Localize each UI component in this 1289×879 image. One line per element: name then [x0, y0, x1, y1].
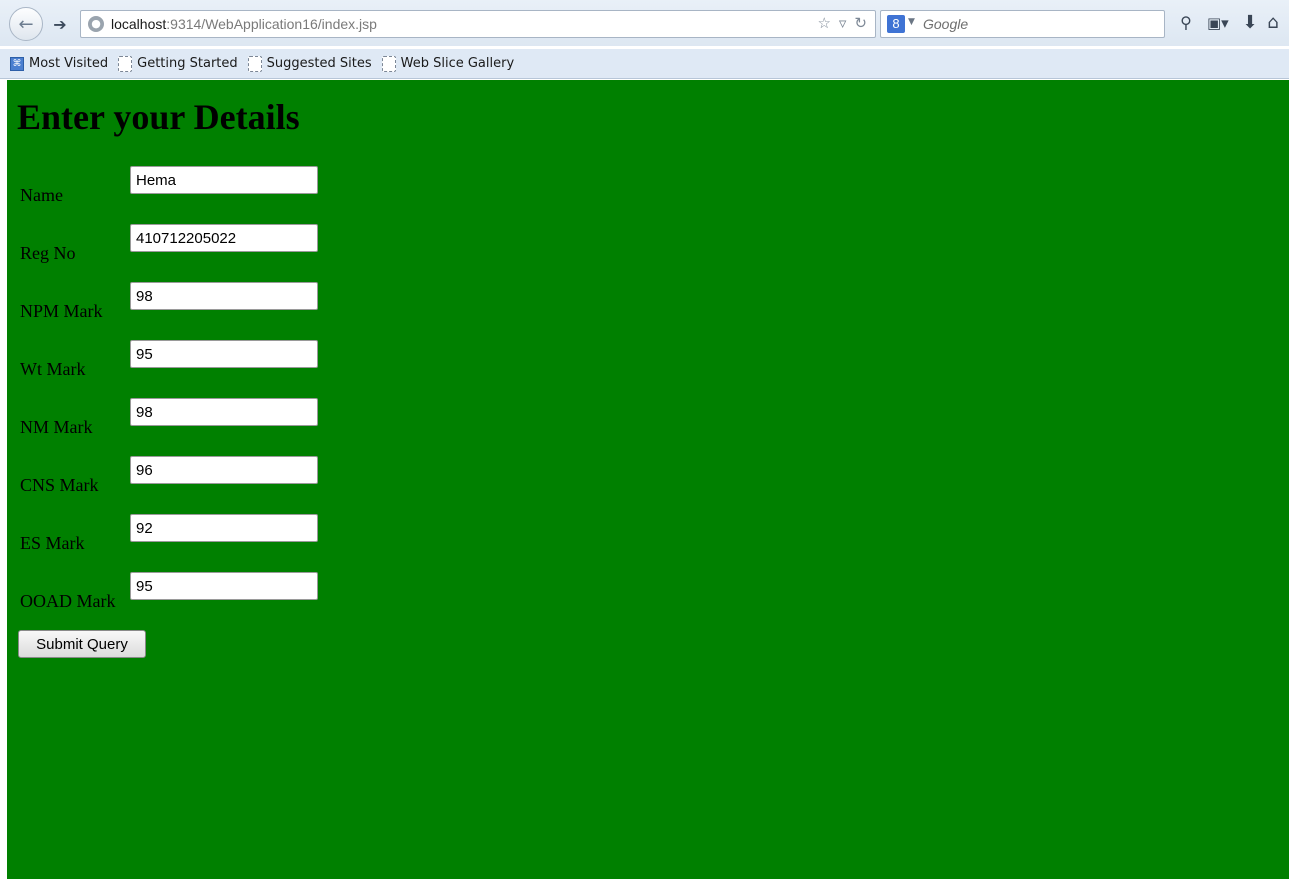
url-host: localhost [111, 16, 167, 32]
wt-mark-field[interactable] [130, 340, 318, 368]
search-input[interactable]: Google [923, 16, 968, 32]
reg-no-field[interactable] [130, 224, 318, 252]
bookmark-label: Getting Started [137, 56, 238, 71]
bookmark-label: Most Visited [29, 56, 109, 71]
es-mark-field[interactable] [130, 514, 318, 542]
name-label: Name [20, 185, 63, 205]
npm-mark-field[interactable] [130, 282, 318, 310]
es-mark-label: ES Mark [20, 533, 85, 553]
nm-mark-label: NM Mark [20, 417, 93, 437]
bookmark-suggested-sites[interactable]: Suggested Sites [247, 55, 372, 72]
ooad-mark-field[interactable] [130, 572, 318, 600]
search-bar[interactable]: 8 ▼ Google [880, 10, 1165, 38]
most-visited-icon: ⌘ [10, 56, 24, 71]
cns-mark-label: CNS Mark [20, 475, 99, 495]
bookmarks-menu-icon[interactable]: ▣▾ [1207, 12, 1237, 34]
back-arrow-icon[interactable]: ← [9, 7, 43, 41]
home-icon[interactable]: ⌂ [1262, 12, 1284, 34]
cns-mark-field[interactable] [130, 456, 318, 484]
bookmark-most-visited[interactable]: ⌘ Most Visited [10, 56, 108, 71]
ooad-mark-label: OOAD Mark [20, 591, 116, 611]
url-bar-icons: ☆ ▿ ↻ [817, 14, 867, 32]
page-icon [247, 55, 262, 72]
magnifier-icon[interactable]: ⚲ [1175, 12, 1197, 34]
forward-arrow-icon[interactable]: ➔ [48, 12, 72, 36]
navigation-bar: ← ➔ ● localhost:9314/WebApplication16/in… [0, 0, 1289, 46]
reload-icon[interactable]: ↻ [854, 14, 867, 32]
name-field[interactable] [130, 166, 318, 194]
nm-mark-field[interactable] [130, 398, 318, 426]
search-engine-icon[interactable]: 8 [887, 15, 905, 33]
url-path: :9314/WebApplication16/index.jsp [166, 16, 377, 32]
bookmark-web-slice-gallery[interactable]: Web Slice Gallery [381, 55, 515, 72]
reg-no-label: Reg No [20, 243, 76, 263]
url-text[interactable]: localhost:9314/WebApplication16/index.js… [111, 16, 377, 32]
bookmark-getting-started[interactable]: Getting Started [118, 55, 238, 72]
page-content: Enter your Details Name Reg No NPM Mark … [7, 80, 1289, 879]
globe-icon[interactable]: ● [88, 16, 104, 32]
page-icon [118, 55, 133, 72]
dropdown-icon[interactable]: ▿ [839, 14, 847, 32]
page-icon [381, 55, 396, 72]
engine-dropdown-icon[interactable]: ▼ [908, 17, 915, 27]
browser-toolbar: ← ➔ ● localhost:9314/WebApplication16/in… [0, 0, 1289, 46]
page-title: Enter your Details [17, 97, 300, 137]
address-bar[interactable]: ● localhost:9314/WebApplication16/index.… [80, 10, 876, 38]
bookmark-label: Suggested Sites [266, 56, 372, 71]
bookmarks-toolbar: ⌘ Most Visited Getting Started Suggested… [0, 49, 1289, 79]
download-icon[interactable]: ⬇ [1239, 12, 1261, 34]
npm-mark-label: NPM Mark [20, 301, 103, 321]
submit-button[interactable]: Submit Query [18, 630, 146, 658]
star-icon[interactable]: ☆ [817, 14, 830, 32]
wt-mark-label: Wt Mark [20, 359, 86, 379]
bookmark-label: Web Slice Gallery [400, 56, 515, 71]
